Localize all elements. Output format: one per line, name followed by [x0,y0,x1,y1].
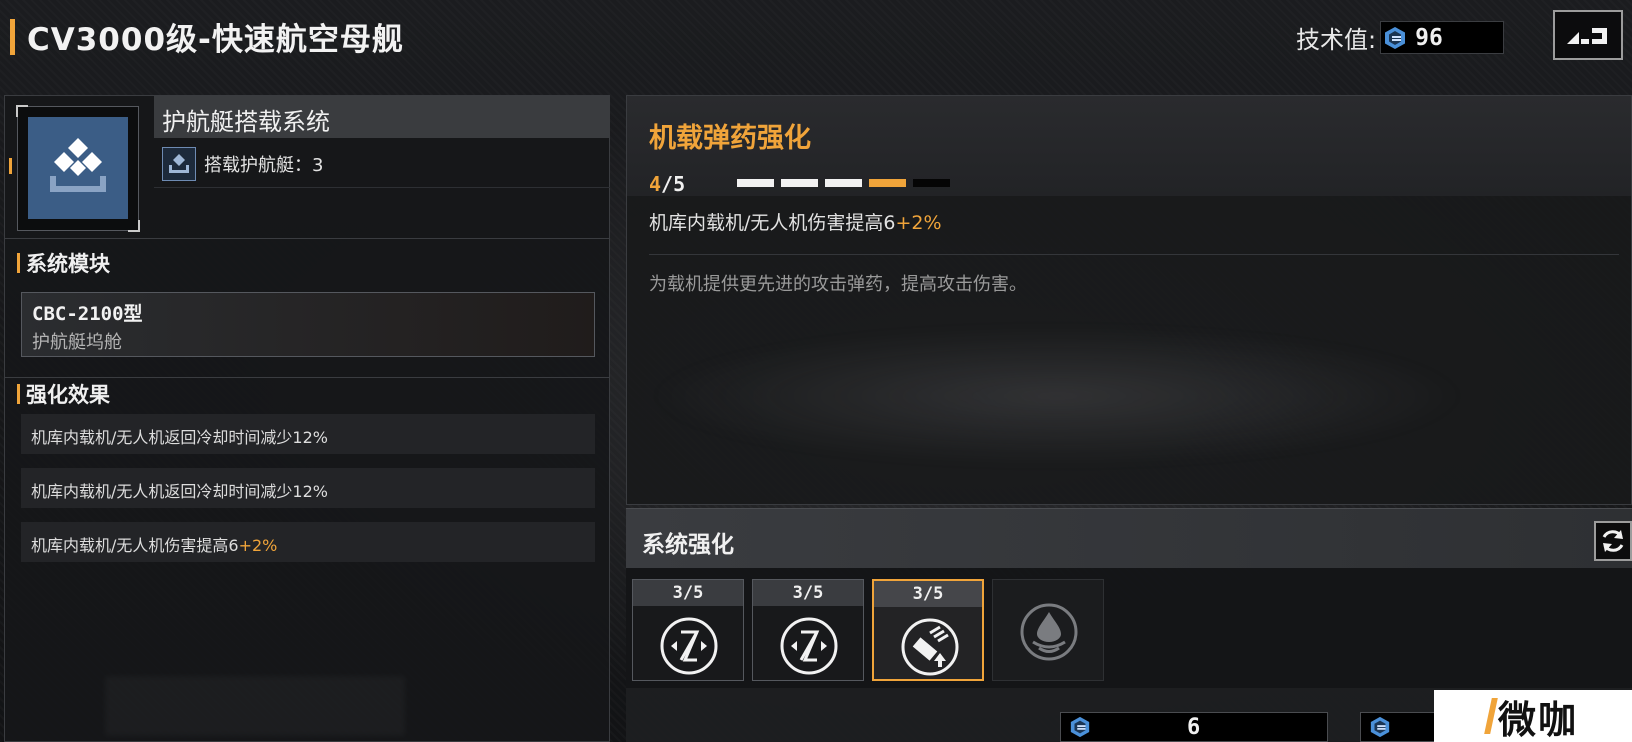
back-arrow-icon [1567,28,1607,44]
module-subtitle: 护航艇坞舱 [32,332,122,353]
level-pip [825,179,862,187]
tech-gem-icon [1370,716,1390,738]
enhancement-detail-panel: 机载弹药强化 4/5 机库内载机/无人机伤害提高6+2% 为载机提供更先进的攻击… [626,95,1632,505]
back-button[interactable] [1553,10,1623,60]
level-progress [737,179,950,187]
effect-text: 机库内载机/无人机返回冷却时间减少12% [31,482,328,501]
enhance-slot-locked[interactable] [992,579,1104,681]
refresh-button[interactable] [1594,521,1632,561]
carry-capacity-row: 搭载护航艇：3 [154,140,610,188]
divider [5,377,609,378]
system-enhance-header: 系统强化 [626,508,1632,568]
ammo-upgrade-icon [901,618,959,676]
enhance-slot-selected[interactable]: 3/5 [872,579,984,681]
cost-box: 6 [1060,712,1328,742]
enhancement-effect-text: 机库内载机/无人机伤害提高6 [649,212,896,234]
module-card[interactable]: CBC-2100型 护航艇坞舱 [21,292,595,357]
cost-value: 6 [1187,715,1201,740]
tech-value-display: 技术值: 96 [1296,20,1505,55]
system-icon-frame[interactable] [16,105,140,232]
effect-item: 机库内载机/无人机返回冷却时间减少12% [21,414,595,454]
page-title: CV3000级-快速航空母舰 [27,22,404,58]
tech-gem-icon [1385,26,1406,49]
system-info-panel: 护航艇搭载系统 搭载护航艇：3 系统模块 CBC-2100型 护航艇坞舱 强化效… [4,95,610,742]
cooldown-reduction-icon [660,617,718,675]
selection-marker [9,158,12,174]
tech-label: 技术值: [1296,26,1377,54]
level-current: 4 [649,172,662,196]
background-blur [105,676,405,736]
system-icon [28,117,128,219]
watermark-accent [1484,698,1498,734]
escort-boat-icon [162,146,196,181]
divider [5,238,609,239]
heading-accent-bar [17,384,20,404]
refresh-icon [1602,530,1624,552]
locked-drop-icon [1020,603,1078,661]
watermark-logo: 微咖 [1434,690,1632,742]
enhancement-effect-plus: +2% [895,212,942,234]
enhancement-effect: 机库内载机/无人机伤害提高6+2% [649,208,942,235]
watermark-text: 微咖 [1497,697,1578,742]
tech-value-box: 96 [1380,21,1505,54]
system-enhance-title: 系统强化 [642,532,734,558]
effect-text: 机库内载机/无人机伤害提高6 [31,536,239,555]
heading-accent-bar [17,253,20,273]
effect-item: 机库内载机/无人机返回冷却时间减少12% [21,468,595,508]
carry-capacity-text: 搭载护航艇：3 [204,154,324,176]
carrier-deck-icon [50,138,106,192]
enhancement-description: 为载机提供更先进的攻击弹药，提高攻击伤害。 [649,274,1027,295]
enhancement-level: 4/5 [649,172,685,196]
slot-count: 3/5 [633,580,743,606]
level-pip [913,179,950,187]
tech-gem-icon [1070,716,1090,738]
effect-text: 机库内载机/无人机返回冷却时间减少12% [31,428,328,447]
effects-heading: 强化效果 [17,379,110,409]
modules-heading: 系统模块 [17,248,110,278]
effects-heading-text: 强化效果 [26,383,110,407]
level-max: /5 [661,172,686,196]
enhancement-title: 机载弹药强化 [649,123,811,154]
page-header: CV3000级-快速航空母舰 [10,14,404,59]
system-name: 护航艇搭载系统 [154,96,610,138]
module-name: CBC-2100型 [32,303,143,325]
slot-count: 3/5 [874,581,982,607]
enhance-slot[interactable]: 3/5 [632,579,744,681]
divider [649,254,1619,255]
cooldown-reduction-icon [780,617,838,675]
effect-item: 机库内载机/无人机伤害提高6+2% [21,522,595,562]
enhance-slot[interactable]: 3/5 [752,579,864,681]
level-pip [781,179,818,187]
tech-value: 96 [1415,24,1443,51]
effect-plus: +2% [238,536,278,555]
slot-count: 3/5 [753,580,863,606]
title-accent-bar [10,18,15,55]
level-pip [869,179,906,187]
level-pip [737,179,774,187]
modules-heading-text: 系统模块 [26,252,110,276]
background-blur [647,326,1467,466]
